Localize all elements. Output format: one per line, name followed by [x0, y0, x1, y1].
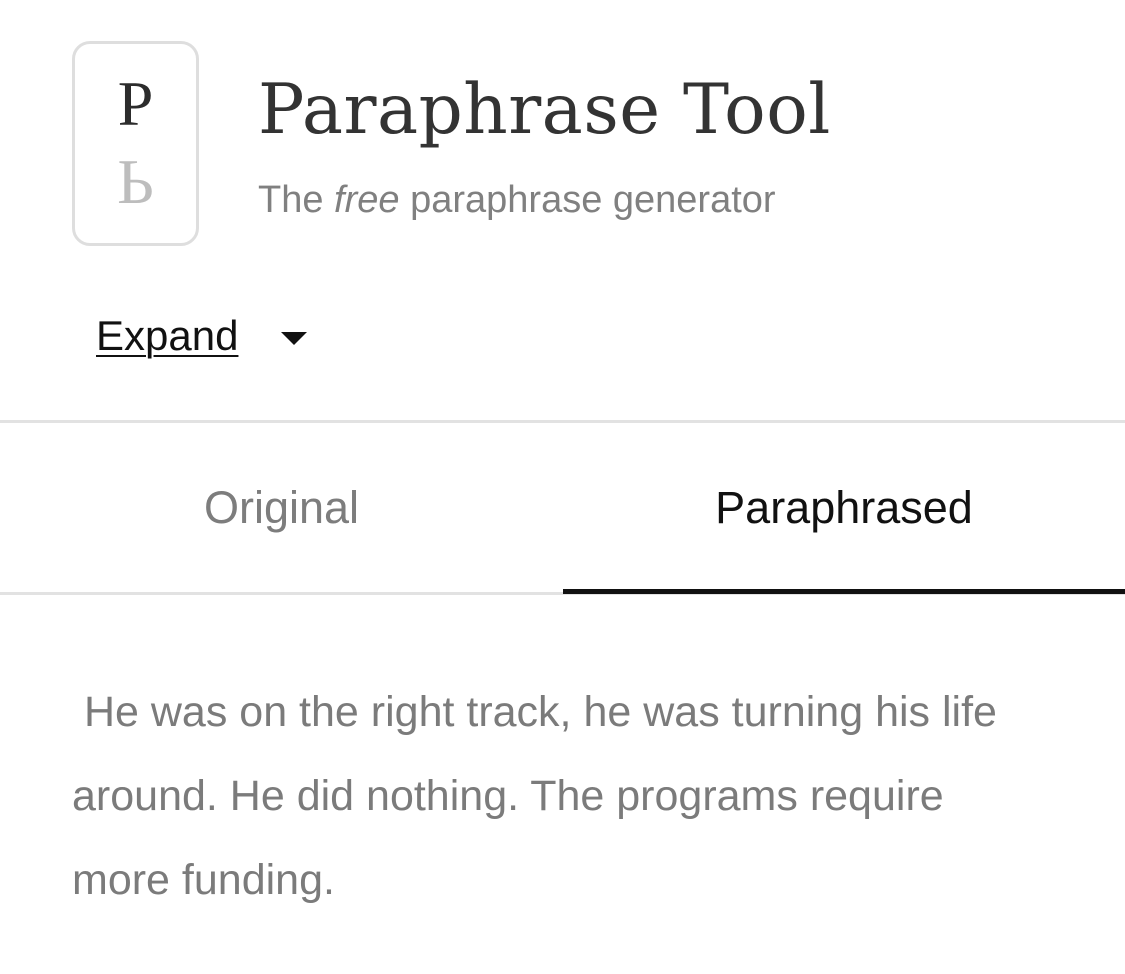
page-title: Paraphrase Tool	[258, 70, 831, 150]
tab-paraphrased[interactable]: Paraphrased	[563, 423, 1125, 593]
caret-down-icon[interactable]	[281, 331, 308, 345]
tab-bar: Original Paraphrased	[0, 423, 1125, 593]
subtitle-prefix: The	[258, 179, 335, 221]
app-logo: P Ь	[72, 41, 199, 246]
paraphrased-output-text: He was on the right track, he was turnin…	[72, 688, 1009, 904]
subtitle-suffix: paraphrase generator	[399, 179, 776, 221]
mode-dropdown[interactable]: Expand	[96, 306, 308, 366]
logo-letter-bottom: Ь	[117, 146, 154, 217]
tab-original[interactable]: Original	[0, 423, 563, 593]
app-header: P Ь Paraphrase Tool The free paraphrase …	[72, 41, 1072, 253]
page-subtitle: The free paraphrase generator	[258, 175, 776, 225]
logo-letter-top: P	[117, 68, 154, 139]
mode-dropdown-label[interactable]: Expand	[96, 306, 238, 366]
active-tab-indicator	[563, 589, 1125, 594]
subtitle-emphasis: free	[334, 179, 400, 221]
